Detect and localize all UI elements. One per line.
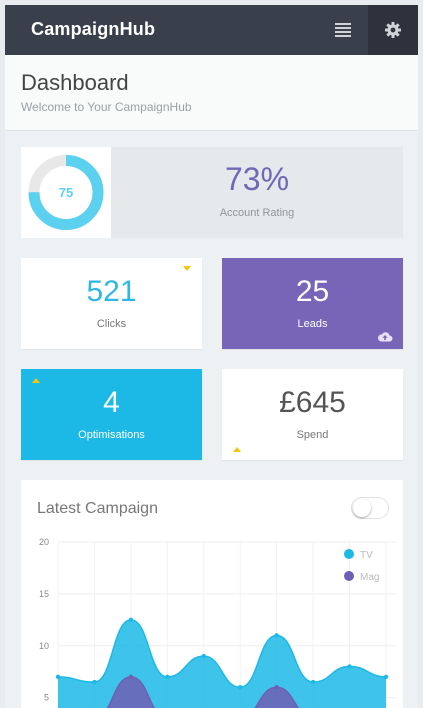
data-point xyxy=(201,653,206,659)
clicks-label: Clicks xyxy=(96,318,127,330)
spend-label: Spend xyxy=(296,429,329,441)
settings-button[interactable] xyxy=(368,5,418,55)
cloud-upload-icon xyxy=(377,332,393,342)
page-header: Dashboard Welcome to Your CampaignHub xyxy=(5,55,418,131)
page-title: Dashboard xyxy=(21,70,129,95)
list-icon xyxy=(335,23,351,37)
leads-label: Leads xyxy=(297,318,328,330)
donut-value: 75 xyxy=(59,185,73,200)
campaign-chart: 20 15 10 5 TV Mag xyxy=(39,537,396,708)
legend-swatch xyxy=(344,549,354,559)
app-frame: CampaignHub Dashboard Welcome to Your Ca… xyxy=(5,5,418,708)
data-point xyxy=(128,617,134,623)
gear-icon xyxy=(385,22,401,38)
data-point xyxy=(128,674,134,680)
page-subtitle: Welcome to Your CampaignHub xyxy=(21,100,192,114)
data-point xyxy=(55,674,61,680)
account-rating-value: 73% xyxy=(224,161,290,197)
account-rating-label: Account Rating xyxy=(219,207,295,219)
account-rating-card: 75 73% Account Rating xyxy=(21,147,403,238)
toggle-knob xyxy=(353,499,371,517)
leads-tile[interactable]: 25 Leads xyxy=(222,258,403,349)
data-point xyxy=(165,674,170,680)
data-point xyxy=(347,664,352,669)
series-area xyxy=(58,619,386,708)
top-bar: CampaignHub xyxy=(5,5,418,55)
spend-value: £645 xyxy=(279,386,346,419)
legend-label: TV xyxy=(360,550,373,561)
y-tick-label: 10 xyxy=(39,641,49,651)
y-tick-label: 5 xyxy=(44,693,49,703)
spend-tile[interactable]: £645 Spend xyxy=(222,369,403,460)
data-point xyxy=(238,685,243,690)
leads-value: 25 xyxy=(295,275,330,308)
latest-campaign-card: Latest Campaign 20 15 10 5 TV Mag xyxy=(21,480,403,708)
clicks-value: 521 xyxy=(86,275,137,308)
campaign-toggle[interactable] xyxy=(351,497,389,519)
data-point xyxy=(92,679,97,685)
data-point xyxy=(274,685,279,690)
rating-donut-chart: 75 xyxy=(21,147,111,238)
y-tick-label: 20 xyxy=(39,537,49,547)
trend-up-icon xyxy=(233,447,241,452)
legend-label: Mag xyxy=(360,572,379,583)
optimisations-label: Optimisations xyxy=(78,429,145,441)
optimisations-value: 4 xyxy=(103,386,120,419)
trend-up-icon xyxy=(32,378,40,383)
data-point xyxy=(383,674,389,680)
trend-down-icon xyxy=(183,266,191,271)
optimisations-tile[interactable]: 4 Optimisations xyxy=(21,369,202,460)
menu-button[interactable] xyxy=(318,5,368,55)
campaign-title: Latest Campaign xyxy=(37,500,158,517)
brand-logo[interactable]: CampaignHub xyxy=(31,19,155,40)
clicks-tile[interactable]: 521 Clicks xyxy=(21,258,202,349)
legend-swatch xyxy=(344,571,354,581)
y-tick-label: 15 xyxy=(39,589,49,599)
data-point xyxy=(274,633,279,638)
data-point xyxy=(310,679,316,685)
